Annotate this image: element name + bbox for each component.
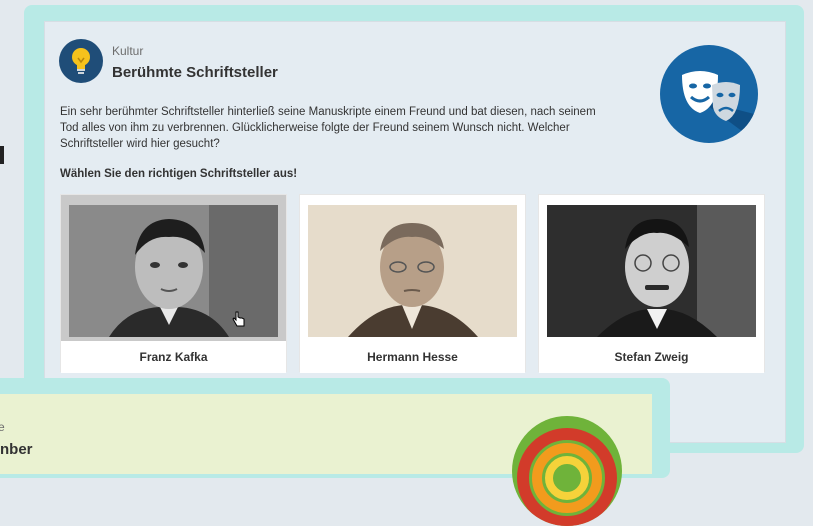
option-label: Franz Kafka [61,341,286,373]
card-category: Kultur [112,44,144,58]
question-text: Ein sehr berühmter Schriftsteller hinter… [60,106,596,150]
option-label: Hermann Hesse [300,341,525,373]
option-label: Stefan Zweig [539,341,764,373]
answer-option-zweig[interactable]: Stefan Zweig [538,194,765,373]
rings-icon [512,416,622,526]
card-2-title: nber [0,441,33,458]
answer-option-kafka[interactable]: Franz Kafka [60,194,287,373]
lightbulb-icon [59,39,103,83]
portrait-photo [547,205,756,337]
answer-option-hesse[interactable]: Hermann Hesse [299,194,526,373]
portrait-photo [308,205,517,337]
hand-cursor-icon [232,311,246,332]
card-title: Berühmte Schriftsteller [112,64,278,81]
edge-marker [0,146,4,164]
theater-masks-icon [660,45,758,143]
portrait-photo [69,205,278,337]
card-2-category: e [0,420,5,434]
instruction-text: Wählen Sie den richtigen Schriftsteller … [60,168,298,180]
